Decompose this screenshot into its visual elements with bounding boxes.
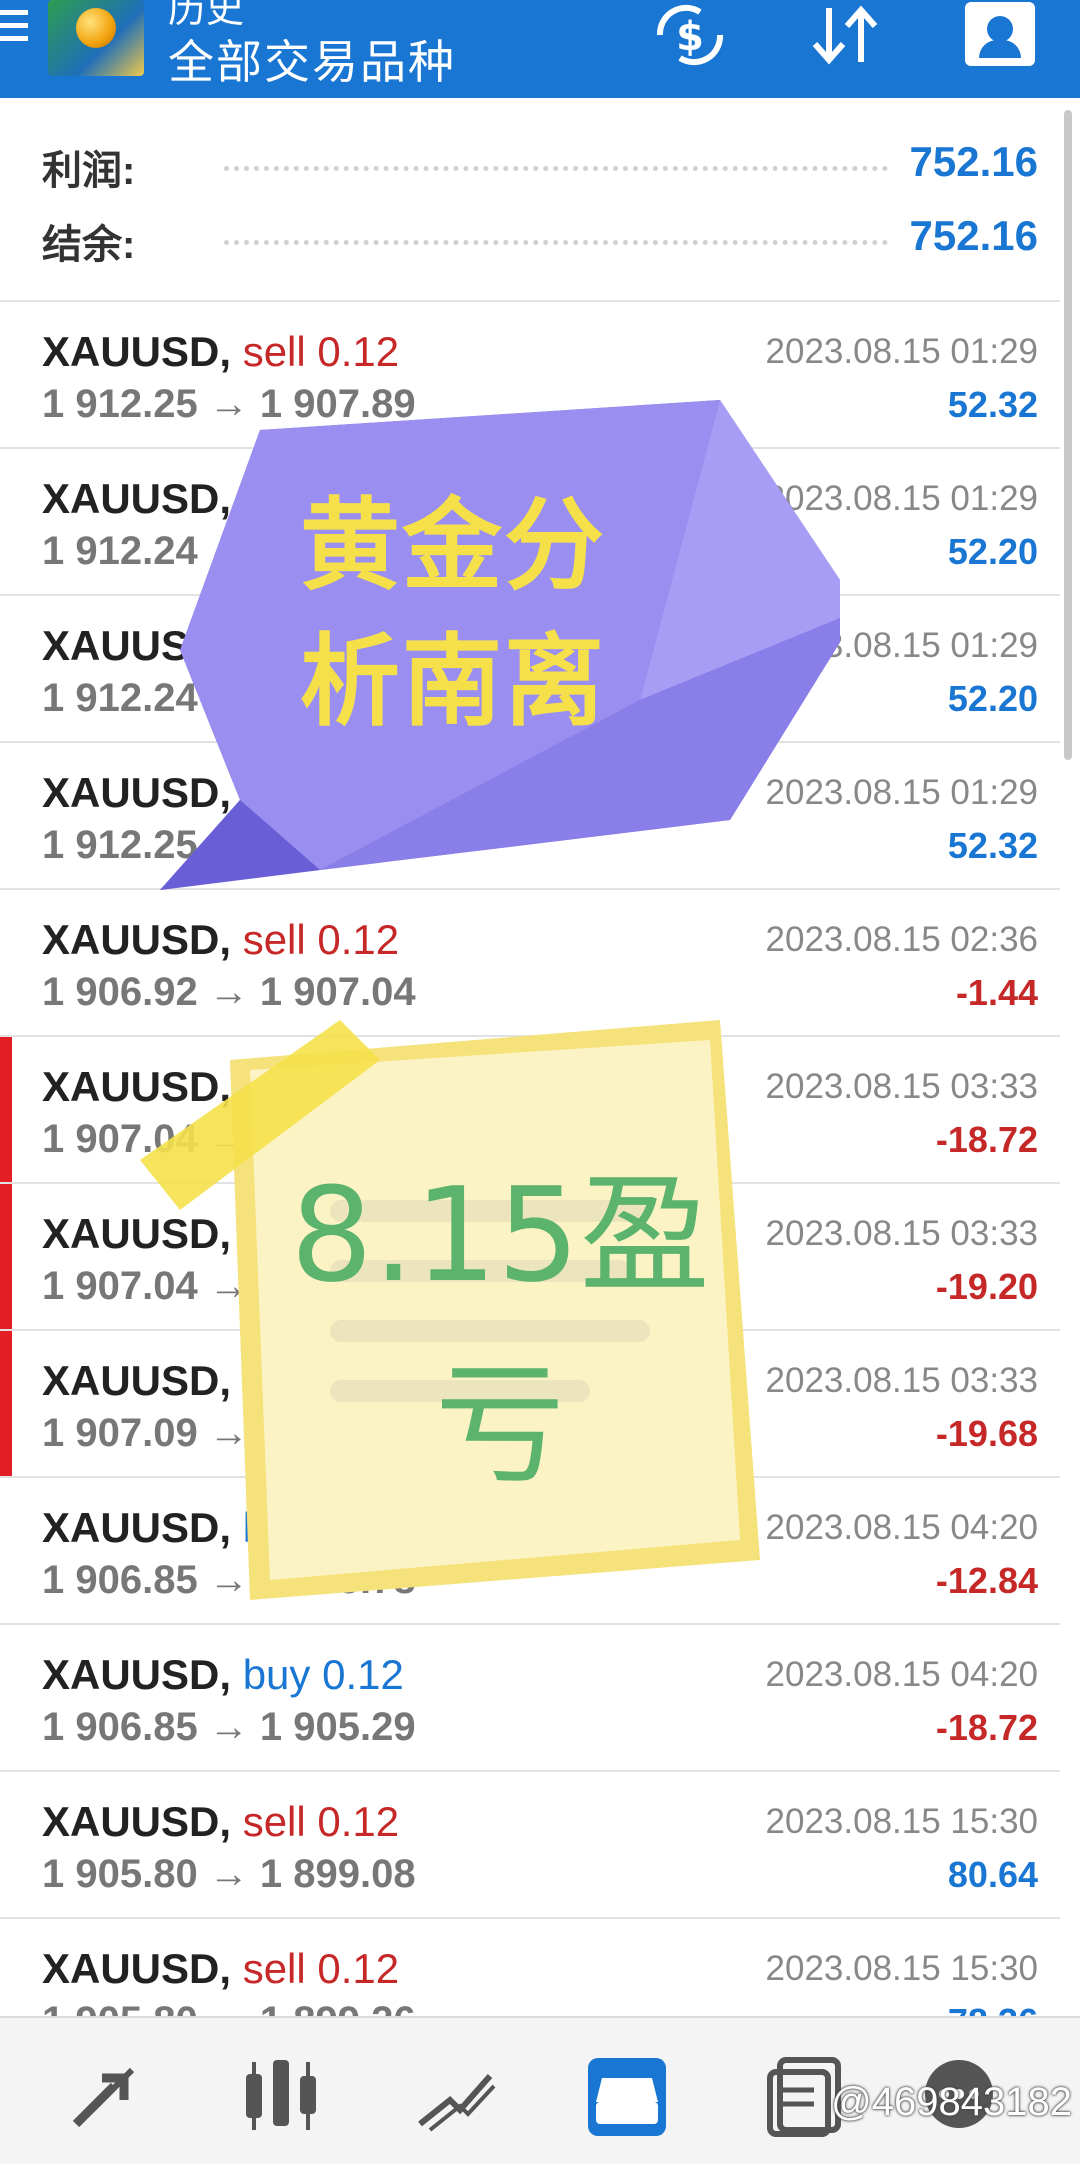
svg-text:$: $ (676, 14, 704, 60)
trade-symbol: XAUUSD, sell 0.12 (42, 916, 399, 964)
trade-row[interactable]: XAUUSD, sell 0.12 1 905.80 → 1 899.08 2023… (0, 1772, 1060, 1919)
balance-row: 结余: 752.16 (42, 212, 1038, 272)
trade-time: 2023.08.15 04:20 (765, 1655, 1038, 1694)
trade-pnl: 52.20 (947, 678, 1038, 719)
history-icon[interactable] (588, 2058, 666, 2136)
trade-time: 2023.08.15 15:30 (765, 1949, 1038, 1988)
trade-pnl: -19.68 (935, 1413, 1038, 1454)
summary-panel: 利润: 752.16 结余: 752.16 (0, 98, 1060, 302)
menu-icon[interactable] (0, 10, 30, 56)
trade-symbol: XAUUSD, sell 0.12 (42, 1798, 399, 1846)
trade-side: sell 0.12 (242, 1945, 400, 1992)
trade-pnl: 52.32 (947, 825, 1038, 866)
trade-pnl: 52.20 (947, 531, 1038, 572)
trade-symbol: XAUUSD, buy 0.12 (42, 1651, 404, 1699)
trade-pnl: -12.84 (935, 1560, 1038, 1601)
trade-side: buy 0.12 (242, 1651, 404, 1698)
trade-time: 2023.08.15 03:33 (765, 1361, 1038, 1400)
note-caption: 8.15盈亏 (290, 1159, 710, 1501)
dotted-leader (224, 166, 888, 171)
app-header: 历史 全部交易品种 $ (0, 0, 1080, 98)
profit-label: 利润: (42, 149, 136, 193)
balance-value: 752.16 (909, 212, 1038, 259)
trade-time: 2023.08.15 01:29 (765, 332, 1038, 371)
trade-pnl: 52.32 (947, 384, 1038, 425)
profit-value: 752.16 (909, 138, 1038, 185)
trade-prices: 1 906.85 → 1 905.29 (42, 1705, 416, 1749)
trade-time: 2023.08.15 02:36 (765, 920, 1038, 959)
symbol-filter-title[interactable]: 全部交易品种 (168, 26, 456, 92)
trade-symbol: XAUUSD, sell 0.12 (42, 328, 399, 376)
trade-symbol: XAUUSD, sell 0.12 (42, 1945, 399, 1993)
quotes-icon[interactable] (62, 2050, 152, 2140)
dotted-leader (224, 240, 888, 245)
chart-icon[interactable] (236, 2050, 326, 2140)
bubble-caption: 黄金分析南离 (300, 487, 606, 740)
trade-prices: 1 905.80 → 1 899.08 (42, 1852, 416, 1896)
trade-pnl: -18.72 (935, 1707, 1038, 1748)
trade-row[interactable]: XAUUSD, buy 0.12 1 906.85 → 1 905.29 2023.… (0, 1625, 1060, 1772)
profit-row: 利润: 752.16 (42, 138, 1038, 198)
trade-icon[interactable] (410, 2050, 500, 2140)
trade-side: sell 0.12 (242, 1798, 400, 1845)
trade-pnl: -18.72 (935, 1119, 1038, 1160)
trade-side: sell 0.12 (242, 328, 400, 375)
symbol-text: XAUUSD, (42, 328, 232, 375)
sort-icon[interactable] (805, 0, 885, 70)
symbol-text: XAUUSD, (42, 1798, 232, 1845)
trade-time: 2023.08.15 03:33 (765, 1067, 1038, 1106)
trade-time: 2023.08.15 04:20 (765, 1508, 1038, 1547)
trade-pnl: -1.44 (955, 972, 1038, 1013)
currency-exchange-icon[interactable]: $ (650, 0, 730, 70)
symbol-text: XAUUSD, (42, 1651, 232, 1698)
trade-time: 2023.08.15 03:33 (765, 1214, 1038, 1253)
trade-side: sell 0.12 (242, 916, 400, 963)
watermark: @469843182 (831, 2080, 1072, 2124)
trade-pnl: 80.64 (947, 1854, 1038, 1895)
trade-pnl: -19.20 (935, 1266, 1038, 1307)
symbol-text: XAUUSD, (42, 916, 232, 963)
app-logo (48, 0, 144, 76)
balance-label: 结余: (42, 223, 136, 267)
trade-time: 2023.08.15 15:30 (765, 1802, 1038, 1841)
symbol-text: XAUUSD, (42, 1945, 232, 1992)
calendar-person-icon[interactable] (965, 2, 1035, 66)
scrollbar[interactable] (1064, 110, 1072, 760)
